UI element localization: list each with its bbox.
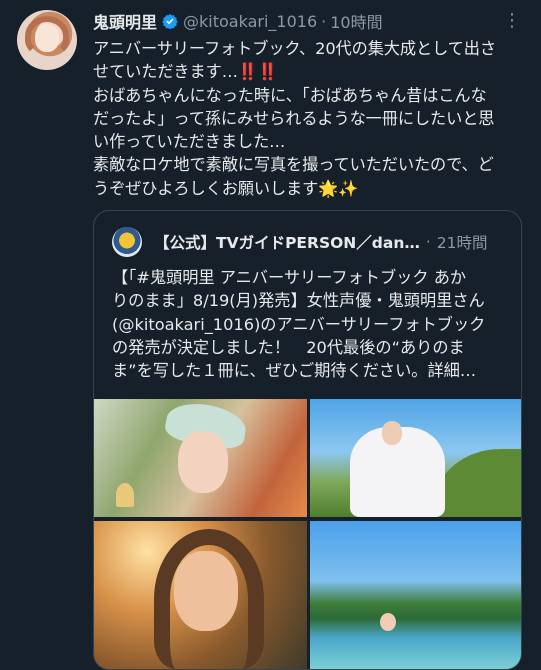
photo-face	[178, 431, 228, 493]
tweet-text: アニバーサリーフォトブック、20代の集大成として出さ せていただきます…‼️‼️…	[93, 37, 525, 200]
quoted-text-line: ま”を写した１冊に、ぜひご期待ください。詳細…	[112, 361, 477, 381]
tweet-text-line: うぞぜひよろしくお願いします🌟✨	[93, 178, 359, 198]
photo-sunset-portrait[interactable]	[94, 521, 307, 669]
profile-avatar[interactable]	[17, 10, 77, 70]
quoted-text-line: 【「#鬼頭明里 アニバーサリーフォトブック あか	[112, 268, 467, 287]
verified-badge-icon	[162, 14, 178, 29]
display-name[interactable]: 鬼頭明里	[93, 9, 157, 33]
tweet-text-line: アニバーサリーフォトブック、20代の集大成として出さ	[93, 39, 496, 58]
tweet-text-line: だったよ」って孫にみせられるような一冊にしたいと思	[93, 108, 495, 128]
photo-face	[382, 421, 402, 445]
quoted-timestamp: 21時間	[436, 234, 488, 252]
quoted-text-line: の発売が決定しました！ 20代最後の“ありのま	[112, 337, 465, 357]
photo-face	[174, 551, 238, 631]
quoted-text-line: (@kitoakari_1016)のアニバーサリーフォトブック	[112, 314, 486, 334]
quoted-text-line: りのまま」8/19(月)発売】女性声優・鬼頭明里さん	[112, 291, 485, 311]
tweet-text-line: 素敵なロケ地で素敵に写真を撮っていただいたので、ど	[93, 155, 494, 175]
tweet-text-line: い作っていただきました…	[93, 132, 286, 152]
quoted-tweet-card[interactable]: 【公式】TVガイドPERSON／dan… · 21時間 【「#鬼頭明里 アニバー…	[93, 210, 522, 670]
quoted-avatar	[112, 227, 142, 257]
photo-hill	[435, 449, 521, 517]
more-options-icon[interactable]: ⋮	[500, 10, 524, 32]
tweet-timestamp[interactable]: 10時間	[330, 9, 382, 33]
photo-white-dress[interactable]	[310, 399, 521, 517]
quoted-display-name: 【公式】TVガイドPERSON／dan…	[154, 234, 420, 252]
tweet-text-line: おばあちゃんになった時に、「おばあちゃん昔はこんな	[93, 85, 487, 105]
separator-dot: ·	[425, 233, 431, 251]
photo-cap-ice-cream[interactable]	[94, 399, 307, 517]
user-handle[interactable]: @kitoakari_1016	[183, 12, 317, 31]
quoted-tweet-text: 【「#鬼頭明里 アニバーサリーフォトブック あか りのまま」8/19(月)発売】…	[112, 266, 512, 382]
photo-ice-cream	[116, 483, 134, 507]
quoted-tweet-header: 【公式】TVガイドPERSON／dan… · 21時間	[112, 227, 488, 257]
separator-dot: ·	[321, 11, 327, 31]
photo-beach[interactable]	[310, 521, 521, 669]
tweet-header: 鬼頭明里 @kitoakari_1016 · 10時間	[93, 9, 523, 33]
photo-figure	[380, 613, 396, 631]
avatar-face	[35, 24, 59, 52]
tweet-text-line: せていただきます…‼️‼️	[93, 62, 278, 82]
